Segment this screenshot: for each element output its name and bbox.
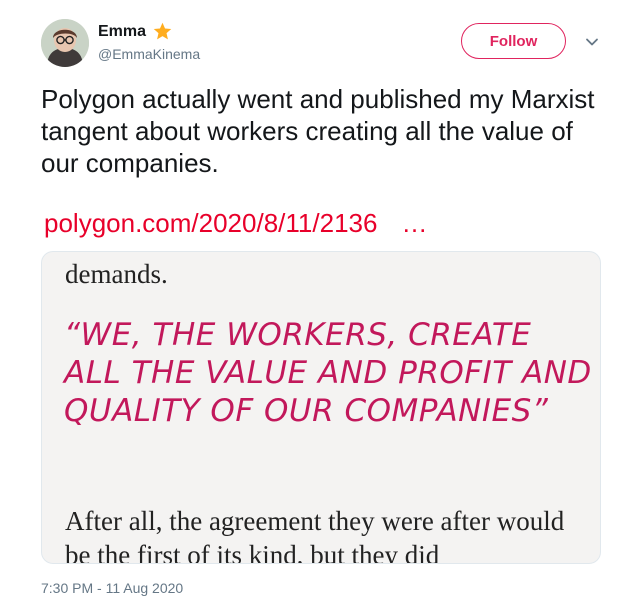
tweet-link-ellipsis: …: [401, 208, 428, 238]
tweet-timestamp[interactable]: 7:30 PM - 11 Aug 2020: [41, 580, 183, 596]
follow-button[interactable]: Follow: [461, 23, 566, 59]
author-handle[interactable]: @EmmaKinema: [98, 46, 200, 62]
media-card[interactable]: demands. “WE, THE WORKERS, CREATE ALL TH…: [41, 251, 601, 564]
star-icon: [153, 22, 172, 40]
tweet-text: Polygon actually went and published my M…: [41, 84, 595, 178]
author-name[interactable]: Emma: [98, 23, 146, 41]
tweet-link[interactable]: polygon.com/2020/8/11/2136 …: [44, 206, 427, 240]
tweet-link-text[interactable]: polygon.com/2020/8/11/2136: [44, 208, 377, 238]
avatar-image: [41, 19, 89, 67]
author-name-row: Emma: [98, 21, 173, 42]
card-top-text: demands.: [65, 259, 168, 289]
avatar[interactable]: [41, 19, 89, 67]
card-pull-quote: “WE, THE WORKERS, CREATE ALL THE VALUE A…: [64, 317, 592, 429]
chevron-down-icon[interactable]: [584, 34, 600, 50]
card-body-text: After all, the agreement they were after…: [65, 506, 565, 564]
